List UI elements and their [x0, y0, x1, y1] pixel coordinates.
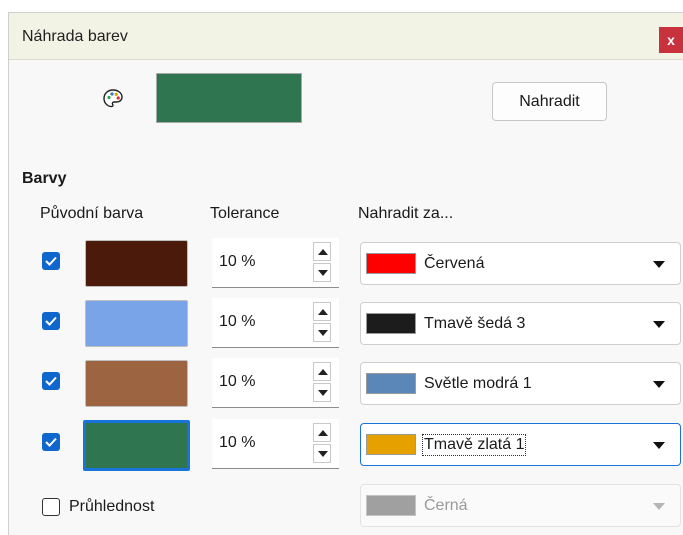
replace-color-label: Světle modrá 1 — [424, 375, 532, 392]
arrow-down-icon[interactable] — [313, 323, 331, 342]
replace-color-dropdown[interactable]: Červená — [360, 242, 681, 285]
replace-color-dropdown[interactable]: Světle modrá 1 — [360, 362, 681, 405]
transparency-label[interactable]: Průhlednost — [69, 498, 154, 516]
chevron-down-icon — [653, 261, 665, 268]
replace-button[interactable]: Nahradit — [492, 82, 607, 121]
row-enable-checkbox[interactable] — [42, 372, 60, 390]
chevron-down-icon — [653, 442, 665, 449]
tolerance-header: Tolerance — [210, 205, 280, 222]
tolerance-value[interactable]: 10 % — [219, 434, 255, 452]
colors-section-title: Barvy — [22, 170, 67, 187]
replace-color-swatch — [366, 253, 416, 274]
arrow-down-icon[interactable] — [313, 383, 331, 402]
replace-color-label: Červená — [424, 255, 485, 272]
replace-color-swatch — [366, 373, 416, 394]
arrow-up-icon[interactable] — [313, 423, 331, 442]
arrow-up-icon[interactable] — [313, 242, 331, 261]
replace-color-label: Tmavě šedá 3 — [424, 315, 526, 332]
replace-color-dropdown[interactable]: Tmavě zlatá 1 — [360, 423, 681, 466]
chevron-down-icon — [653, 381, 665, 388]
tolerance-spinbox[interactable]: 10 % — [212, 358, 339, 408]
replace-color-swatch — [366, 313, 416, 334]
source-color-swatch[interactable] — [85, 360, 188, 407]
transparency-replace-label: Černá — [424, 497, 468, 514]
chevron-down-icon — [653, 321, 665, 328]
arrow-down-icon[interactable] — [313, 444, 331, 463]
source-color-preview — [156, 73, 302, 123]
replace-with-header: Nahradit za... — [358, 205, 454, 222]
transparency-replace-dropdown[interactable]: Černá — [360, 484, 681, 527]
tolerance-value[interactable]: 10 % — [219, 313, 255, 331]
title-bar[interactable]: Náhrada barev x — [9, 13, 683, 60]
color-replacer-dialog: Náhrada barev x Nahradit Barvy Původní b… — [8, 12, 683, 535]
tolerance-spinbox[interactable]: 10 % — [212, 238, 339, 288]
replace-color-dropdown[interactable]: Tmavě šedá 3 — [360, 302, 681, 345]
source-color-header: Původní barva — [40, 205, 144, 222]
close-button[interactable]: x — [659, 27, 683, 53]
transparency-checkbox[interactable] — [42, 498, 60, 516]
source-color-swatch[interactable] — [85, 240, 188, 287]
row-enable-checkbox[interactable] — [42, 312, 60, 330]
row-enable-checkbox[interactable] — [42, 252, 60, 270]
arrow-down-icon[interactable] — [313, 263, 331, 282]
transparency-replace-swatch — [366, 495, 416, 516]
replace-color-label: Tmavě zlatá 1 — [421, 434, 527, 456]
source-color-swatch[interactable] — [85, 300, 188, 347]
tolerance-value[interactable]: 10 % — [219, 373, 255, 391]
dialog-title: Náhrada barev — [22, 28, 128, 45]
arrow-up-icon[interactable] — [313, 362, 331, 381]
row-enable-checkbox[interactable] — [42, 433, 60, 451]
palette-icon[interactable] — [101, 87, 125, 111]
source-color-swatch[interactable] — [83, 420, 190, 471]
chevron-down-icon — [653, 503, 665, 510]
tolerance-spinbox[interactable]: 10 % — [212, 419, 339, 469]
replace-color-swatch — [366, 434, 416, 455]
arrow-up-icon[interactable] — [313, 302, 331, 321]
tolerance-spinbox[interactable]: 10 % — [212, 298, 339, 348]
tolerance-value[interactable]: 10 % — [219, 253, 255, 271]
